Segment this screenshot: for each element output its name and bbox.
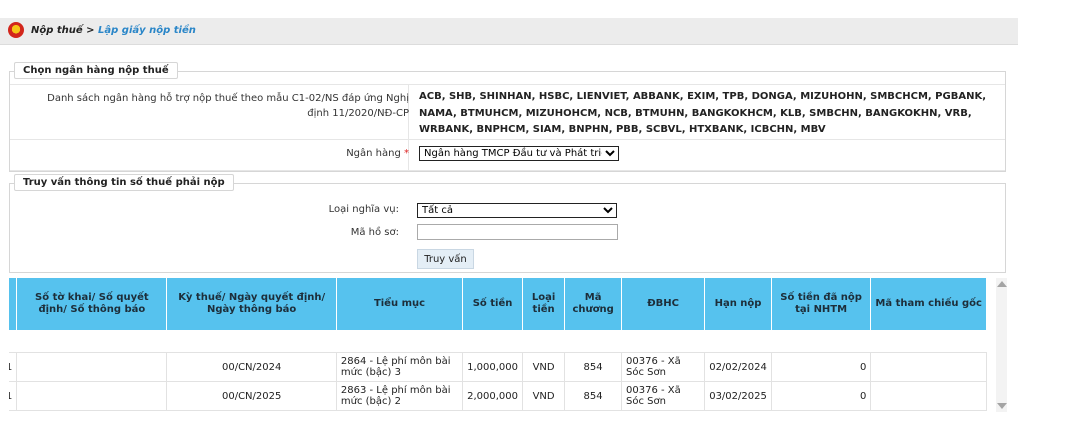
breadcrumb: Nộp thuế > Lập giấy nộp tiền bbox=[31, 25, 196, 36]
col-header-declaration-no: Số tờ khai/ Số quyết định/ Số thông báo bbox=[16, 278, 168, 330]
file-code-input[interactable] bbox=[417, 224, 618, 240]
cell-paid-amount: 0 bbox=[771, 381, 872, 411]
cell-sub-item: 2864 - Lệ phí môn bài mức (bậc) 3 bbox=[336, 352, 464, 382]
cell-ref-code bbox=[870, 381, 987, 411]
cell-declaration-no bbox=[16, 381, 168, 411]
cell-declaration-no bbox=[16, 352, 168, 382]
cell-currency: VND bbox=[522, 381, 566, 411]
required-marker: * bbox=[404, 148, 409, 159]
cell-sub-item: 2863 - Lệ phí môn bài mức (bậc) 2 bbox=[336, 381, 464, 411]
supported-banks-row: Danh sách ngân hàng hỗ trợ nộp thuế theo… bbox=[10, 84, 1005, 140]
scroll-up-icon[interactable] bbox=[997, 281, 1007, 287]
bank-label: Ngân hàng * bbox=[346, 148, 409, 159]
col-header-tax-period: Kỳ thuế/ Ngày quyết định/ Ngày thông báo bbox=[166, 278, 337, 330]
col-header-sub-item: Tiểu mục bbox=[336, 278, 464, 330]
results-table: Số tờ khai/ Số quyết định/ Số thông báo … bbox=[9, 278, 987, 411]
col-header-admin-unit: ĐBHC bbox=[621, 278, 706, 330]
cell-admin-unit: 00376 - Xã Sóc Sơn bbox=[621, 381, 706, 411]
breadcrumb-current[interactable]: Lập giấy nộp tiền bbox=[98, 25, 196, 36]
col-header-ref-code: Mã tham chiếu gốc bbox=[870, 278, 987, 330]
cell-amount: 1,000,000 bbox=[462, 352, 523, 382]
cell-chapter-code: 854 bbox=[564, 381, 622, 411]
col-header-due-date: Hạn nộp bbox=[704, 278, 772, 330]
cell-index: 1 bbox=[9, 381, 18, 411]
cell-tax-period: 00/CN/2024 bbox=[166, 352, 337, 382]
cell-admin-unit: 00376 - Xã Sóc Sơn bbox=[621, 352, 706, 382]
table-scrollbar[interactable] bbox=[996, 278, 1007, 412]
bank-select[interactable]: Ngân hàng TMCP Đầu tư và Phát triển bbox=[419, 146, 619, 161]
breadcrumb-separator: > bbox=[82, 25, 99, 36]
cell-tax-period: 00/CN/2025 bbox=[166, 381, 337, 411]
cell-paid-amount: 0 bbox=[771, 352, 872, 382]
cell-index: 1 bbox=[9, 352, 18, 382]
cell-chapter-code: 854 bbox=[564, 352, 622, 382]
query-section: Truy vấn thông tin số thuế phải nộp Loại… bbox=[9, 174, 1006, 273]
breadcrumb-bar: Nộp thuế > Lập giấy nộp tiền bbox=[0, 18, 1018, 45]
bank-section: Chọn ngân hàng nộp thuế Danh sách ngân h… bbox=[9, 62, 1006, 172]
bank-select-row: Ngân hàng * Ngân hàng TMCP Đầu tư và Phá… bbox=[10, 138, 1005, 171]
file-code-label: Mã hồ sơ: bbox=[350, 227, 399, 238]
table-row[interactable]: 1 00/CN/2025 2863 - Lệ phí môn bài mức (… bbox=[9, 381, 987, 411]
supported-banks-label: Danh sách ngân hàng hỗ trợ nộp thuế theo… bbox=[47, 93, 409, 119]
query-button[interactable]: Truy vấn bbox=[417, 249, 474, 269]
bank-label-text: Ngân hàng bbox=[346, 148, 401, 159]
col-header-paid-amount: Số tiền đã nộp tại NHTM bbox=[771, 278, 872, 330]
col-header-currency: Loại tiền bbox=[522, 278, 566, 330]
bank-section-legend: Chọn ngân hàng nộp thuế bbox=[14, 62, 178, 79]
cell-currency: VND bbox=[522, 352, 566, 382]
spacer-row bbox=[9, 330, 987, 353]
scroll-down-icon[interactable] bbox=[997, 403, 1007, 409]
cell-ref-code bbox=[870, 352, 987, 382]
cell-due-date: 02/02/2024 bbox=[704, 352, 772, 382]
obligation-label: Loại nghĩa vụ: bbox=[328, 204, 399, 215]
col-header-chapter-code: Mã chương bbox=[564, 278, 622, 330]
table-header-row: Số tờ khai/ Số quyết định/ Số thông báo … bbox=[9, 278, 987, 330]
breadcrumb-parent[interactable]: Nộp thuế bbox=[31, 25, 83, 36]
obligation-select[interactable]: Tất cả bbox=[417, 203, 617, 218]
col-header-amount: Số tiền bbox=[462, 278, 523, 330]
query-section-legend: Truy vấn thông tin số thuế phải nộp bbox=[14, 174, 234, 191]
col-header bbox=[9, 278, 18, 330]
table-row[interactable]: 1 00/CN/2024 2864 - Lệ phí môn bài mức (… bbox=[9, 352, 987, 382]
results-table-wrapper[interactable]: Số tờ khai/ Số quyết định/ Số thông báo … bbox=[9, 278, 995, 412]
cell-due-date: 03/02/2025 bbox=[704, 381, 772, 411]
supported-banks-list: ACB, SHB, SHINHAN, HSBC, LIENVIET, ABBAN… bbox=[419, 91, 986, 135]
emblem-icon bbox=[8, 22, 24, 38]
cell-amount: 2,000,000 bbox=[462, 381, 523, 411]
